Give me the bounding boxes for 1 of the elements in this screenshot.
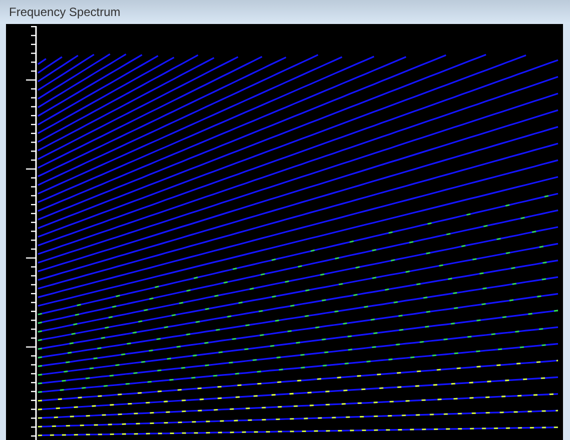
- window-title: Frequency Spectrum: [9, 4, 120, 21]
